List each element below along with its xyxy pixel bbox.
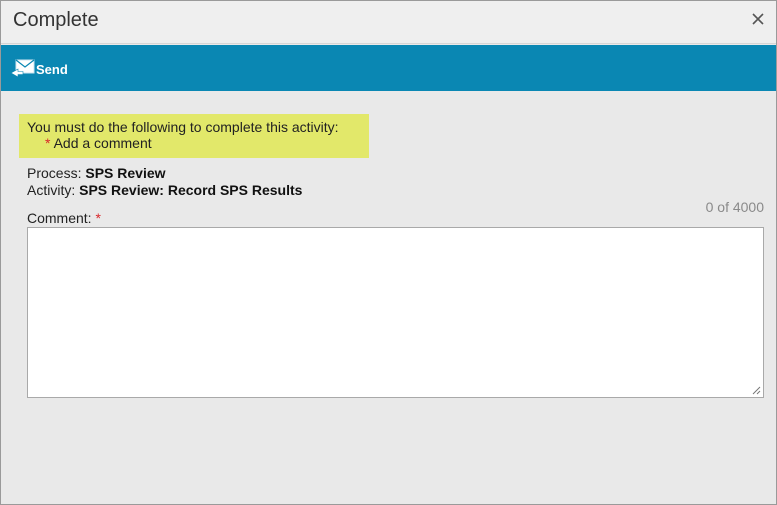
notice-heading: You must do the following to complete th…: [27, 119, 339, 135]
activity-label: Activity:: [27, 182, 76, 198]
comment-textarea[interactable]: [27, 227, 764, 398]
send-button-label: Send: [36, 61, 68, 77]
action-toolbar: Send: [1, 45, 776, 91]
comment-label: Comment: *: [27, 210, 101, 226]
comment-label-text: Comment:: [27, 210, 92, 226]
resize-grip-icon[interactable]: [751, 385, 761, 395]
requirement-text: Add a comment: [53, 135, 152, 151]
close-icon[interactable]: [750, 11, 766, 27]
activity-value: SPS Review: Record SPS Results: [79, 182, 303, 198]
requirement-item: * Add a comment: [45, 135, 152, 151]
process-value: SPS Review: [85, 165, 166, 181]
send-button[interactable]: Send: [10, 58, 68, 80]
comment-required-asterisk: *: [95, 210, 101, 226]
process-line: Process: SPS Review: [27, 165, 166, 181]
requirements-notice: You must do the following to complete th…: [19, 114, 369, 158]
send-mail-icon: [10, 58, 36, 80]
dialog-titlebar: Complete: [1, 1, 776, 44]
required-asterisk: *: [45, 135, 51, 151]
dialog-title: Complete: [13, 9, 99, 31]
process-label: Process:: [27, 165, 82, 181]
character-counter: 0 of 4000: [705, 199, 764, 215]
activity-line: Activity: SPS Review: Record SPS Results: [27, 182, 302, 198]
complete-dialog: Complete Send You must do the following …: [0, 0, 777, 505]
